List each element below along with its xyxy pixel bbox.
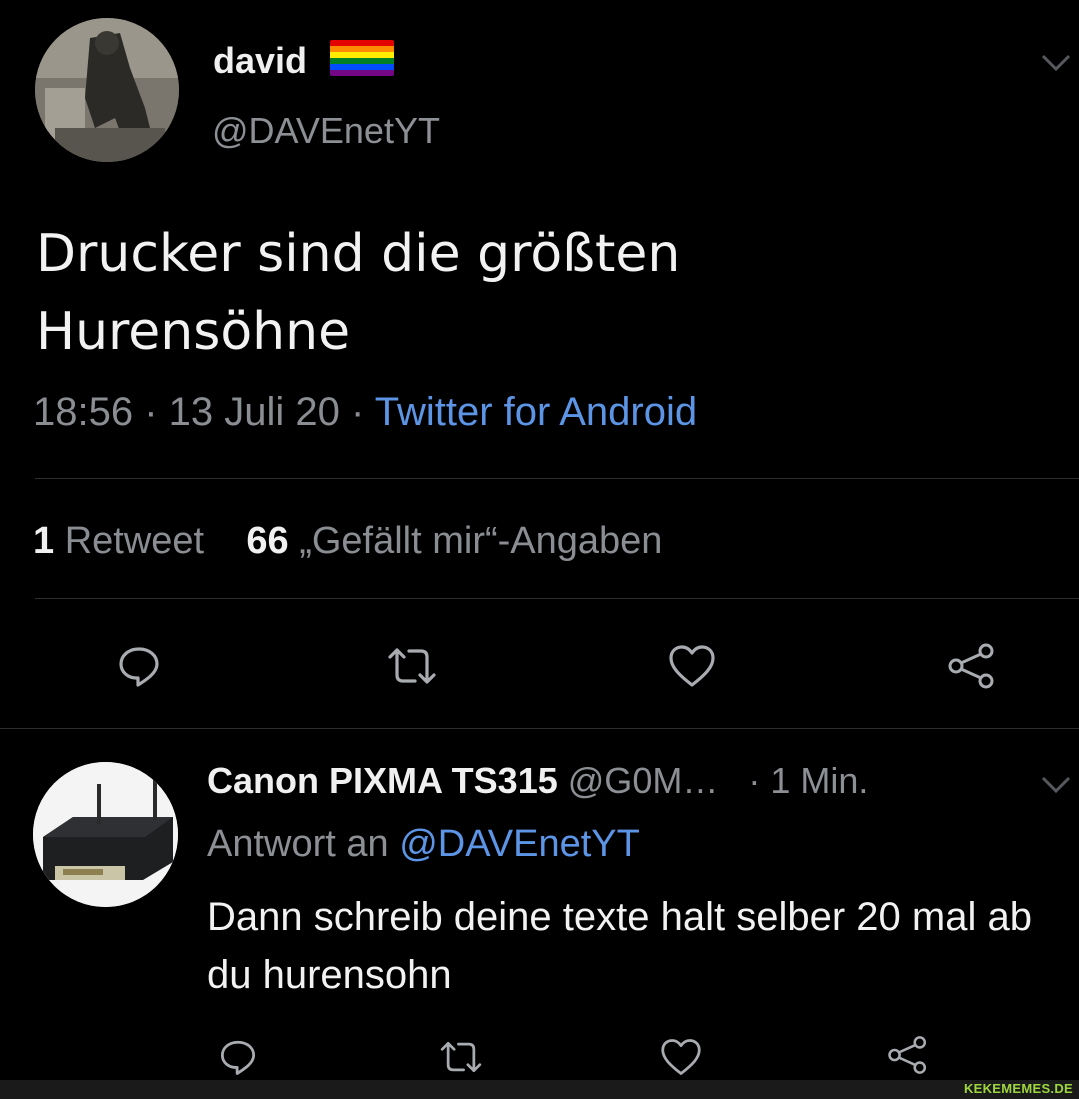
like-label: „Gefällt mir“-Angaben	[299, 520, 663, 562]
reply-text: Dann schreib deine texte halt selber 20 …	[207, 895, 1032, 997]
reply-time: · 1 Min.	[748, 760, 869, 801]
likes-stat[interactable]: 66 „Gefällt mir“-Angaben	[246, 520, 662, 562]
reply-author-handle[interactable]: @G0M…	[568, 760, 719, 801]
tweet-time: 18:56	[33, 390, 134, 434]
divider	[35, 598, 1079, 599]
reply-to-line: Antwort an @DAVEnetYT	[207, 823, 640, 866]
watermark-text: KEKEMEMES.DE	[963, 1081, 1073, 1096]
author-avatar[interactable]	[35, 18, 179, 162]
reply-header: Canon PIXMA TS315 @G0M… · 1 Min.	[207, 760, 868, 802]
reply-icon[interactable]	[116, 643, 162, 689]
retweet-icon[interactable]	[384, 643, 440, 689]
like-icon[interactable]	[659, 1037, 703, 1077]
author-name[interactable]: david	[213, 40, 307, 82]
tweet-date: 13 Juli 20	[168, 390, 340, 434]
reply-author-avatar[interactable]	[33, 762, 178, 907]
flag-stripe	[330, 70, 394, 76]
like-count: 66	[246, 520, 289, 562]
tweet-source-link[interactable]: Twitter for Android	[375, 390, 697, 434]
tweet-text: Drucker sind die größten Hurensöhne	[36, 224, 681, 362]
retweet-count: 1	[33, 520, 55, 562]
chevron-down-icon[interactable]	[1040, 52, 1072, 74]
retweet-icon[interactable]	[437, 1037, 485, 1077]
tweet-stats: 1 Retweet 66 „Gefällt mir“-Angaben	[33, 520, 662, 563]
retweet-label: Retweet	[64, 520, 205, 562]
divider	[0, 728, 1079, 729]
author-handle[interactable]: @DAVEnetYT	[212, 110, 440, 152]
meta-separator: ·	[339, 390, 375, 434]
meta-separator: ·	[133, 390, 169, 434]
retweets-stat[interactable]: 1 Retweet	[33, 520, 204, 562]
reply-icon[interactable]	[218, 1037, 258, 1077]
tweet-meta: 18:56 · 13 Juli 20 · Twitter for Android	[33, 390, 697, 435]
watermark-bar	[0, 1080, 1079, 1099]
reply-author-name[interactable]: Canon PIXMA TS315	[207, 760, 558, 801]
share-icon[interactable]	[886, 1034, 930, 1076]
share-icon[interactable]	[946, 641, 998, 691]
divider	[35, 478, 1079, 479]
pride-flag-icon	[330, 40, 394, 76]
chevron-down-icon[interactable]	[1040, 774, 1072, 796]
reply-to-handle-link[interactable]: @DAVEnetYT	[399, 823, 640, 865]
like-icon[interactable]	[667, 643, 717, 689]
reply-to-prefix: Antwort an	[207, 823, 389, 865]
